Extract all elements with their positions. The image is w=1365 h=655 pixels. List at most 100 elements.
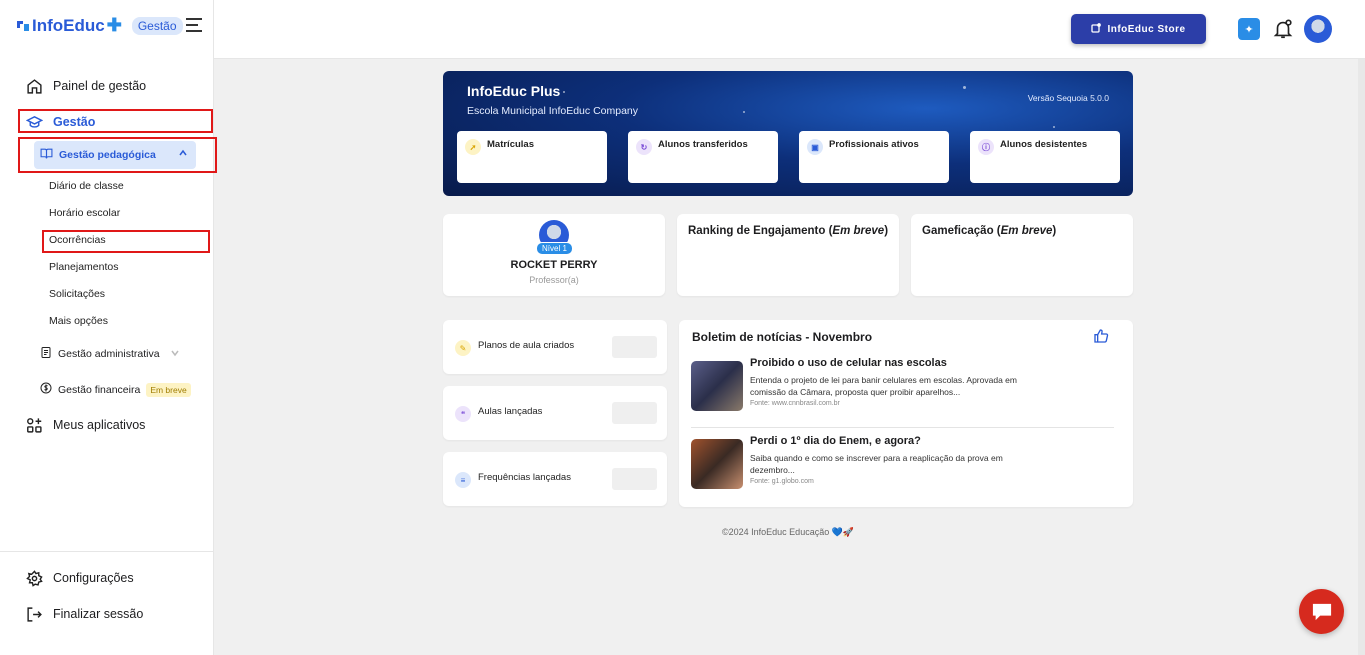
- subitem-mais-opcoes[interactable]: Mais opções: [49, 315, 108, 327]
- divider: [691, 427, 1114, 428]
- logo[interactable]: InfoEduc ✚ Gestão: [16, 15, 183, 36]
- metric-label: Aulas lançadas: [478, 406, 543, 417]
- profile-card: Nível 1 ROCKET PERRY Professor(a): [443, 214, 665, 296]
- ranking-title: Ranking de Engajamento (Em breve): [688, 225, 889, 237]
- news-headline: Perdi o 1º dia do Enem, e agora?: [750, 435, 921, 447]
- hero-title: InfoEduc Plus: [467, 83, 561, 99]
- logo-icon: [17, 20, 29, 31]
- news-title: Boletim de notícias - Novembro: [692, 330, 873, 344]
- store-icon: [1091, 22, 1102, 36]
- sparkle-icon[interactable]: ✦: [1238, 18, 1260, 40]
- stat-label: Matrículas: [487, 139, 534, 150]
- sidebar-item-label: Finalizar sessão: [53, 607, 144, 621]
- thumbs-up-icon[interactable]: [1093, 328, 1109, 344]
- news-thumbnail: [691, 361, 743, 411]
- user-avatar[interactable]: [1304, 15, 1332, 43]
- sidebar-item-label: Gestão financeira: [58, 383, 141, 396]
- news-item[interactable]: Perdi o 1º dia do Enem, e agora? Saiba q…: [691, 435, 1117, 495]
- sidebar-item-finalizar-sessao[interactable]: Finalizar sessão: [25, 605, 143, 623]
- news-headline: Proibido o uso de celular nas escolas: [750, 357, 947, 369]
- subitem-diario[interactable]: Diário de classe: [49, 180, 124, 192]
- metric-value: [612, 468, 657, 490]
- stat-label: Profissionais ativos: [829, 139, 919, 150]
- stat-card-transferidos[interactable]: ↻ Alunos transferidos: [628, 131, 778, 183]
- news-source: Fonte: www.cnnbrasil.com.br: [750, 400, 840, 407]
- divider: [0, 551, 214, 552]
- home-icon: [25, 77, 43, 95]
- sidebar-item-label: Gestão: [53, 115, 96, 129]
- metric-label: Frequências lançadas: [478, 472, 571, 483]
- news-body: Entenda o projeto de lei para banir celu…: [750, 375, 1017, 397]
- refresh-icon: ↻: [636, 139, 652, 155]
- profile-name: ROCKET PERRY: [510, 259, 598, 271]
- hero-banner: InfoEduc Plus Escola Municipal InfoEduc …: [443, 71, 1133, 196]
- logout-icon: [25, 605, 43, 623]
- level-badge: Nível 1: [536, 242, 573, 255]
- gear-icon: [25, 569, 43, 587]
- sidebar-item-painel[interactable]: Painel de gestão: [25, 77, 146, 95]
- chat-button[interactable]: [1299, 589, 1344, 634]
- sidebar-item-gestao-pedagogica[interactable]: Gestão pedagógica: [34, 141, 196, 169]
- top-bar: InfoEduc Store ✦: [214, 0, 1365, 59]
- profile-role: Professor(a): [529, 275, 579, 285]
- sidebar-item-gestao[interactable]: Gestão: [25, 113, 95, 131]
- stat-card-profissionais[interactable]: ▣ Profissionais ativos: [799, 131, 949, 183]
- rocket-icon: ➚: [465, 139, 481, 155]
- metric-value: [612, 402, 657, 424]
- store-label: InfoEduc Store: [1107, 23, 1186, 35]
- em-breve-badge: Em breve: [146, 382, 191, 397]
- news-item[interactable]: Proibido o uso de celular nas escolas En…: [691, 357, 1117, 417]
- sidebar-item-label: Painel de gestão: [53, 79, 147, 93]
- version-label: Versão Sequoia 5.0.0: [1027, 93, 1109, 103]
- stat-label: Alunos transferidos: [658, 139, 748, 150]
- edit-icon: ✎: [455, 340, 471, 356]
- school-name: Escola Municipal InfoEduc Company: [467, 105, 639, 117]
- sidebar-item-meus-aplicativos[interactable]: Meus aplicativos: [25, 416, 145, 434]
- sidebar-item-configuracoes[interactable]: Configurações: [25, 569, 134, 587]
- sidebar-item-label: Configurações: [53, 571, 134, 585]
- info-icon: ⓘ: [978, 139, 994, 155]
- menu-toggle-icon[interactable]: [186, 18, 202, 32]
- metric-card-planos: ✎ Planos de aula criados: [443, 320, 667, 374]
- footer: ©2024 InfoEduc Educação 💙🚀: [722, 527, 855, 537]
- briefcase-icon: ▣: [807, 139, 823, 155]
- sidebar-item-label: Gestão administrativa: [58, 348, 160, 360]
- subitem-solicitacoes[interactable]: Solicitações: [49, 288, 105, 300]
- news-body: Saiba quando e como se inscrever para a …: [750, 453, 1003, 475]
- stat-card-desistentes[interactable]: ⓘ Alunos desistentes: [970, 131, 1120, 183]
- chat-bubble-icon: [1312, 603, 1331, 620]
- news-source: Fonte: g1.globo.com: [750, 478, 814, 485]
- plus-icon: ✚: [106, 15, 122, 35]
- dollar-icon: [40, 382, 52, 397]
- gamification-title: Gameficação (Em breve): [922, 225, 1057, 237]
- document-icon: [40, 346, 52, 362]
- infoeduc-logo: InfoEduc ✚: [16, 15, 122, 36]
- sidebar-item-label: Meus aplicativos: [53, 418, 146, 432]
- scrollbar[interactable]: [1358, 59, 1365, 655]
- ranking-card: Ranking de Engajamento (Em breve): [677, 214, 899, 296]
- metric-value: [612, 336, 657, 358]
- stat-card-matriculas[interactable]: ➚ Matrículas: [457, 131, 607, 183]
- metric-card-frequencias: ≡ Frequências lançadas: [443, 452, 667, 506]
- sidebar-item-gestao-administrativa[interactable]: Gestão administrativa: [40, 346, 180, 362]
- subitem-horario[interactable]: Horário escolar: [49, 207, 120, 219]
- sidebar-item-gestao-financeira[interactable]: Gestão financeira Em breve: [40, 382, 191, 397]
- gamification-card: Gameficação (Em breve): [911, 214, 1133, 296]
- sidebar: InfoEduc ✚ Gestão Painel de gestão Gestã…: [0, 0, 217, 655]
- chat-icon: ❝: [455, 406, 471, 422]
- subitem-planejamentos[interactable]: Planejamentos: [49, 261, 118, 273]
- list-icon: ≡: [455, 472, 471, 488]
- chevron-down-icon[interactable]: [170, 348, 180, 361]
- stat-label: Alunos desistentes: [1000, 139, 1088, 150]
- metric-card-aulas: ❝ Aulas lançadas: [443, 386, 667, 440]
- news-thumbnail: [691, 439, 743, 489]
- book-icon: [40, 147, 53, 163]
- news-card: Boletim de notícias - Novembro Proibido …: [679, 320, 1133, 507]
- brand-name: InfoEduc: [32, 15, 105, 35]
- metric-label: Planos de aula criados: [478, 340, 575, 351]
- subitem-ocorrencias[interactable]: Ocorrências: [49, 234, 106, 246]
- chevron-up-icon[interactable]: [178, 148, 188, 161]
- infoeduc-store-button[interactable]: InfoEduc Store: [1071, 14, 1206, 44]
- bell-icon[interactable]: [1272, 18, 1294, 40]
- sidebar-item-label: Gestão pedagógica: [59, 149, 156, 161]
